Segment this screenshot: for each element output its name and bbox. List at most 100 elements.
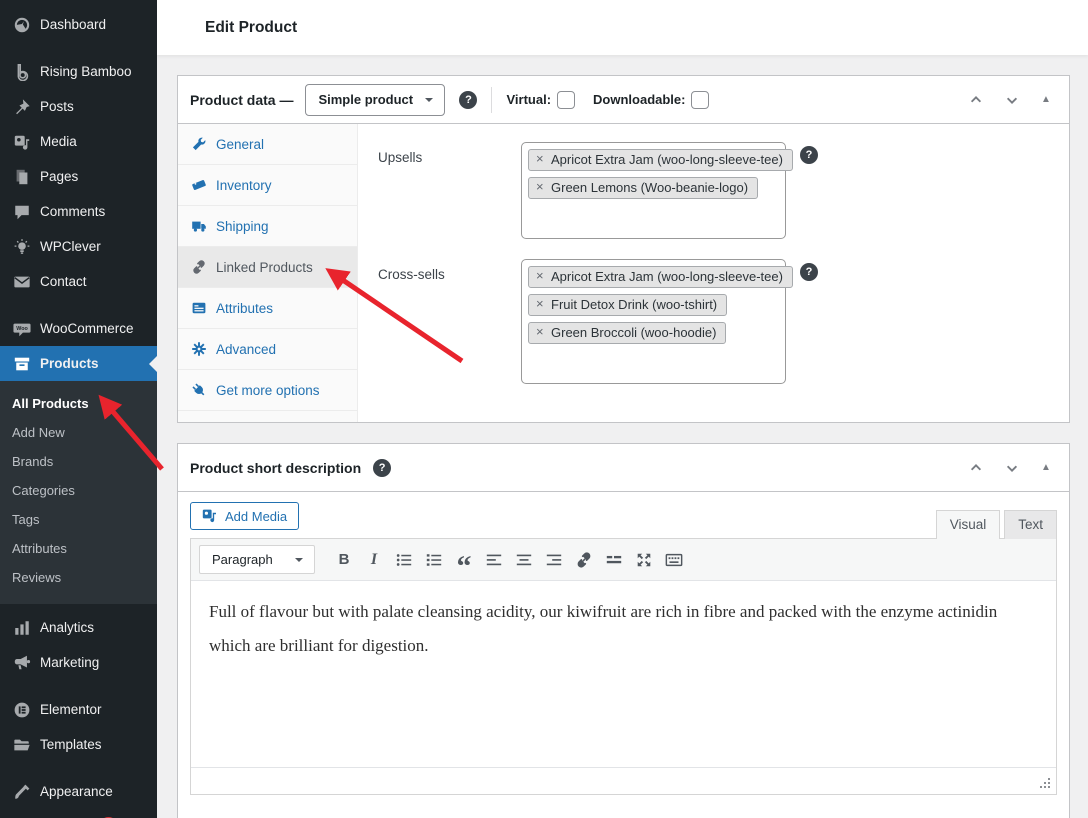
tab-advanced[interactable]: Advanced xyxy=(178,329,357,370)
sidebar-item-elementor[interactable]: Elementor xyxy=(0,692,157,727)
move-up-button[interactable] xyxy=(965,89,987,111)
visual-tab[interactable]: Visual xyxy=(936,510,1001,539)
cross-sells-select-box[interactable]: Apricot Extra Jam (woo-long-sleeve-tee) … xyxy=(521,259,786,384)
short-description-panel: Product short description Add Media Visu… xyxy=(177,443,1070,818)
tab-general[interactable]: General xyxy=(178,124,357,165)
pushpin-icon xyxy=(12,97,31,116)
sidebar-item-marketing[interactable]: Marketing xyxy=(0,645,157,680)
pages-icon xyxy=(12,167,31,186)
bullet-list-button[interactable] xyxy=(389,547,419,573)
sidebar-item-label: Media xyxy=(40,134,77,149)
submenu-categories[interactable]: Categories xyxy=(0,476,157,505)
add-media-button[interactable]: Add Media xyxy=(190,502,299,530)
numbered-list-button[interactable] xyxy=(419,547,449,573)
upsells-help-icon[interactable] xyxy=(800,146,818,164)
sidebar-item-label: Dashboard xyxy=(40,17,106,32)
product-data-tabs: General Inventory Shipping Linked Produc… xyxy=(178,124,358,422)
submenu-reviews[interactable]: Reviews xyxy=(0,563,157,592)
tab-get-more-options[interactable]: Get more options xyxy=(178,370,357,411)
more-tag-button[interactable] xyxy=(599,547,629,573)
sidebar-item-media[interactable]: Media xyxy=(0,124,157,159)
keyboard-shortcuts-button[interactable] xyxy=(659,547,689,573)
tab-inventory[interactable]: Inventory xyxy=(178,165,357,206)
link-icon xyxy=(190,259,207,276)
insert-link-button[interactable] xyxy=(569,547,599,573)
index-card-icon xyxy=(190,300,207,317)
submenu-attributes[interactable]: Attributes xyxy=(0,534,157,563)
submenu-tags[interactable]: Tags xyxy=(0,505,157,534)
product-data-help-icon[interactable] xyxy=(459,91,477,109)
sidebar-item-appearance[interactable]: Appearance xyxy=(0,774,157,809)
dashboard-icon xyxy=(12,15,31,34)
sidebar-item-templates[interactable]: Templates xyxy=(0,727,157,762)
sidebar-item-label: WooCommerce xyxy=(40,321,134,336)
remove-tag-icon[interactable] xyxy=(536,324,544,339)
paragraph-format-select[interactable]: Paragraph xyxy=(199,545,315,574)
sidebar-item-label: Contact xyxy=(40,274,87,289)
tab-attributes[interactable]: Attributes xyxy=(178,288,357,329)
blockquote-button[interactable]: “ xyxy=(449,547,479,573)
admin-main: Edit Product Product data — Simple produ… xyxy=(157,0,1088,818)
align-left-button[interactable] xyxy=(479,547,509,573)
text-tab[interactable]: Text xyxy=(1004,510,1057,539)
sidebar-item-label: Analytics xyxy=(40,620,94,635)
bold-button[interactable]: B xyxy=(329,547,359,573)
sidebar-item-comments[interactable]: Comments xyxy=(0,194,157,229)
selected-product-tag: Apricot Extra Jam (woo-long-sleeve-tee) xyxy=(528,149,793,171)
virtual-checkbox[interactable] xyxy=(557,91,575,109)
move-down-button[interactable] xyxy=(1001,457,1023,479)
sidebar-item-dashboard[interactable]: Dashboard xyxy=(0,7,157,42)
sidebar-item-wpclever[interactable]: WPClever xyxy=(0,229,157,264)
sidebar-item-pages[interactable]: Pages xyxy=(0,159,157,194)
remove-tag-icon[interactable] xyxy=(536,179,544,194)
plug-icon xyxy=(190,382,207,399)
editor-frame: Paragraph B I “ xyxy=(190,538,1057,795)
upsells-select-box[interactable]: Apricot Extra Jam (woo-long-sleeve-tee) … xyxy=(521,142,786,239)
upsells-label: Upsells xyxy=(378,142,521,239)
megaphone-icon xyxy=(12,653,31,672)
cross-sells-help-icon[interactable] xyxy=(800,263,818,281)
italic-button[interactable]: I xyxy=(359,547,389,573)
move-up-button[interactable] xyxy=(965,457,987,479)
product-data-title: Product data — xyxy=(190,92,293,108)
sidebar-item-label: Products xyxy=(40,356,99,371)
editor-content-area[interactable]: Full of flavour but with palate cleansin… xyxy=(191,581,1056,767)
tab-linked-products[interactable]: Linked Products xyxy=(178,247,357,288)
sidebar-item-analytics[interactable]: Analytics xyxy=(0,610,157,645)
editor-toolbar: Paragraph B I “ xyxy=(191,539,1056,581)
folder-icon xyxy=(12,735,31,754)
sidebar-item-rising-bamboo[interactable]: Rising Bamboo xyxy=(0,54,157,89)
submenu-brands[interactable]: Brands xyxy=(0,447,157,476)
woocommerce-icon: Woo xyxy=(12,319,31,338)
sidebar-item-products[interactable]: Products xyxy=(0,346,157,381)
tab-shipping[interactable]: Shipping xyxy=(178,206,357,247)
remove-tag-icon[interactable] xyxy=(536,296,544,311)
collapse-toggle-icon[interactable] xyxy=(1035,89,1057,111)
virtual-label: Virtual: xyxy=(506,92,551,107)
short-description-title: Product short description xyxy=(190,460,361,476)
product-type-select[interactable]: Simple product xyxy=(305,84,445,116)
submenu-add-new[interactable]: Add New xyxy=(0,418,157,447)
sidebar-item-posts[interactable]: Posts xyxy=(0,89,157,124)
collapse-toggle-icon[interactable] xyxy=(1035,457,1057,479)
sidebar-item-contact[interactable]: Contact xyxy=(0,264,157,299)
resize-grip[interactable] xyxy=(1038,777,1052,791)
align-right-button[interactable] xyxy=(539,547,569,573)
sidebar-item-label: Comments xyxy=(40,204,105,219)
remove-tag-icon[interactable] xyxy=(536,151,544,166)
product-data-panel: Product data — Simple product Virtual: D… xyxy=(177,75,1070,423)
products-box-icon xyxy=(12,354,31,373)
move-down-button[interactable] xyxy=(1001,89,1023,111)
gear-icon xyxy=(190,341,207,358)
align-center-button[interactable] xyxy=(509,547,539,573)
remove-tag-icon[interactable] xyxy=(536,268,544,283)
downloadable-checkbox[interactable] xyxy=(691,91,709,109)
editor-statusbar xyxy=(191,767,1056,794)
short-description-help-icon[interactable] xyxy=(373,459,391,477)
fullscreen-button[interactable] xyxy=(629,547,659,573)
selected-product-tag: Green Broccoli (woo-hoodie) xyxy=(528,322,726,344)
submenu-all-products[interactable]: All Products xyxy=(0,389,157,418)
sidebar-item-plugins[interactable]: Plugins 11 xyxy=(0,809,157,818)
sidebar-item-label: Marketing xyxy=(40,655,99,670)
sidebar-item-woocommerce[interactable]: Woo WooCommerce xyxy=(0,311,157,346)
